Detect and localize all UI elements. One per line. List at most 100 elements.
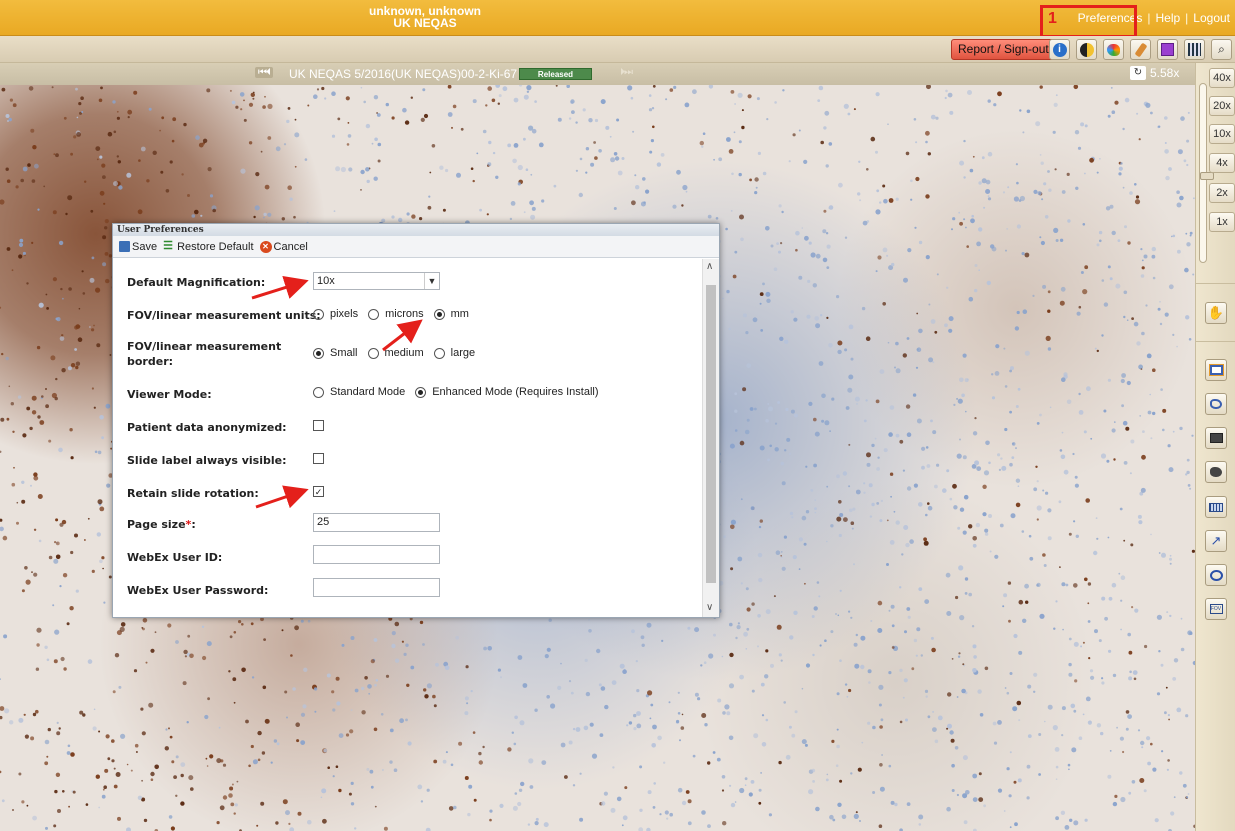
stain-dot (907, 615, 911, 619)
logout-link[interactable]: Logout (1188, 11, 1235, 25)
stain-dot (1087, 602, 1090, 605)
stain-dot (652, 806, 656, 809)
border-option-medium: medium (384, 347, 424, 359)
mag-2x-button[interactable]: 2x (1209, 183, 1235, 203)
border-radio-small[interactable] (313, 347, 324, 359)
next-slide-nav[interactable]: ⏵⏭ (620, 67, 633, 78)
units-radio-pixels[interactable] (313, 308, 324, 320)
scroll-up-icon[interactable]: ∧ (706, 261, 713, 272)
stain-dot (37, 415, 41, 419)
purple-square-icon[interactable] (1157, 39, 1178, 60)
stain-dot (102, 788, 105, 791)
retain-rotation-checkbox[interactable]: ✓ (313, 486, 324, 497)
cancel-button[interactable]: ✕ Cancel (259, 240, 308, 253)
stain-dot (453, 805, 457, 810)
dialog-scrollbar[interactable]: ∧ ∨ (702, 259, 719, 617)
save-button[interactable]: Save (119, 241, 157, 253)
page-size-input[interactable]: 25 (313, 513, 440, 532)
stain-dot (1039, 85, 1043, 89)
webex-id-input[interactable] (313, 545, 440, 564)
anonymized-checkbox[interactable] (313, 420, 324, 431)
stain-dot (1018, 199, 1022, 202)
stain-dot (826, 773, 829, 776)
contrast-icon[interactable] (1076, 39, 1097, 60)
stain-dot (1154, 818, 1159, 823)
palette-icon[interactable] (1103, 39, 1124, 60)
stain-dot (1007, 581, 1012, 585)
mag-10x-button[interactable]: 10x (1209, 124, 1235, 144)
stain-dot (335, 676, 340, 681)
stain-dot (944, 96, 947, 100)
viewer-mode-radio-standard[interactable] (313, 386, 324, 398)
label-visible-checkbox[interactable] (313, 453, 324, 464)
stain-dot (1139, 778, 1145, 783)
stain-dot (321, 788, 327, 794)
info-icon[interactable]: i (1049, 39, 1070, 60)
stain-dot (487, 86, 493, 91)
stain-dot (822, 257, 828, 263)
stain-dot (863, 491, 866, 494)
stain-dot (905, 151, 910, 156)
grid-icon[interactable] (1184, 39, 1205, 60)
zoom-slider[interactable] (1199, 83, 1214, 263)
mag-1x-button[interactable]: 1x (1209, 212, 1235, 232)
help-link[interactable]: Help (1150, 11, 1185, 25)
prev-slide-nav[interactable]: ⏮⏴ (255, 67, 273, 78)
search-icon[interactable]: ⌕ (1211, 39, 1232, 60)
brush-icon[interactable] (1130, 39, 1151, 60)
stain-dot (1028, 534, 1032, 538)
scroll-down-icon[interactable]: ∨ (706, 602, 713, 613)
viewer-mode-radio-enhanced[interactable] (415, 386, 427, 398)
stain-dot (681, 800, 687, 806)
stain-dot (1109, 277, 1113, 281)
stain-dot (417, 784, 423, 790)
rectangle-icon[interactable] (1205, 359, 1227, 381)
stain-dot (997, 453, 1001, 457)
stain-dot (677, 691, 680, 694)
units-radio-mm[interactable] (433, 308, 445, 320)
filled-rectangle-icon[interactable] (1205, 427, 1227, 449)
stain-dot (687, 626, 691, 630)
ruler-icon[interactable] (1205, 496, 1227, 518)
scrollbar-thumb[interactable] (706, 285, 716, 583)
stain-dot (349, 729, 354, 734)
stain-dot (231, 783, 234, 786)
stain-dot (520, 781, 525, 787)
stain-dot (523, 94, 529, 100)
stain-dot (1101, 596, 1106, 601)
border-radio-large[interactable] (433, 347, 445, 359)
arrow-icon[interactable]: ↗ (1205, 530, 1227, 552)
default-magnification-select[interactable]: 10x ▼ (313, 272, 440, 290)
stain-dot (1139, 415, 1142, 417)
stain-dot (877, 456, 880, 459)
stain-dot (1125, 426, 1130, 431)
stain-dot (838, 533, 842, 538)
stain-dot (1068, 662, 1072, 667)
stain-dot (825, 164, 829, 168)
fov-icon[interactable]: FOV (1205, 598, 1227, 620)
border-radio-medium[interactable] (367, 347, 379, 359)
zoom-slider-thumb[interactable] (1200, 172, 1214, 180)
mag-20x-button[interactable]: 20x (1209, 96, 1235, 116)
filled-freehand-icon[interactable] (1205, 461, 1227, 483)
units-radio-microns[interactable] (368, 308, 380, 320)
stain-dot (47, 727, 51, 732)
stain-dot (525, 168, 529, 171)
freehand-icon[interactable] (1205, 393, 1227, 415)
stain-dot (284, 690, 288, 694)
ellipse-icon[interactable] (1205, 564, 1227, 586)
restore-default-button[interactable]: ☰ Restore Default (163, 241, 253, 253)
stain-dot (961, 688, 966, 694)
stain-dot (405, 718, 408, 722)
webex-password-input[interactable] (313, 578, 440, 597)
mag-40x-button[interactable]: 40x (1209, 68, 1235, 88)
stain-dot (45, 293, 48, 296)
mag-4x-button[interactable]: 4x (1209, 153, 1235, 173)
pan-hand-icon[interactable]: ✋ (1205, 302, 1227, 324)
rotate-icon[interactable]: ↻ (1130, 66, 1146, 80)
report-signout-button[interactable]: Report / Sign-out (951, 39, 1056, 60)
stain-dot (713, 633, 716, 637)
stain-dot (289, 197, 293, 201)
stain-dot (985, 189, 991, 194)
stain-dot (740, 498, 743, 501)
